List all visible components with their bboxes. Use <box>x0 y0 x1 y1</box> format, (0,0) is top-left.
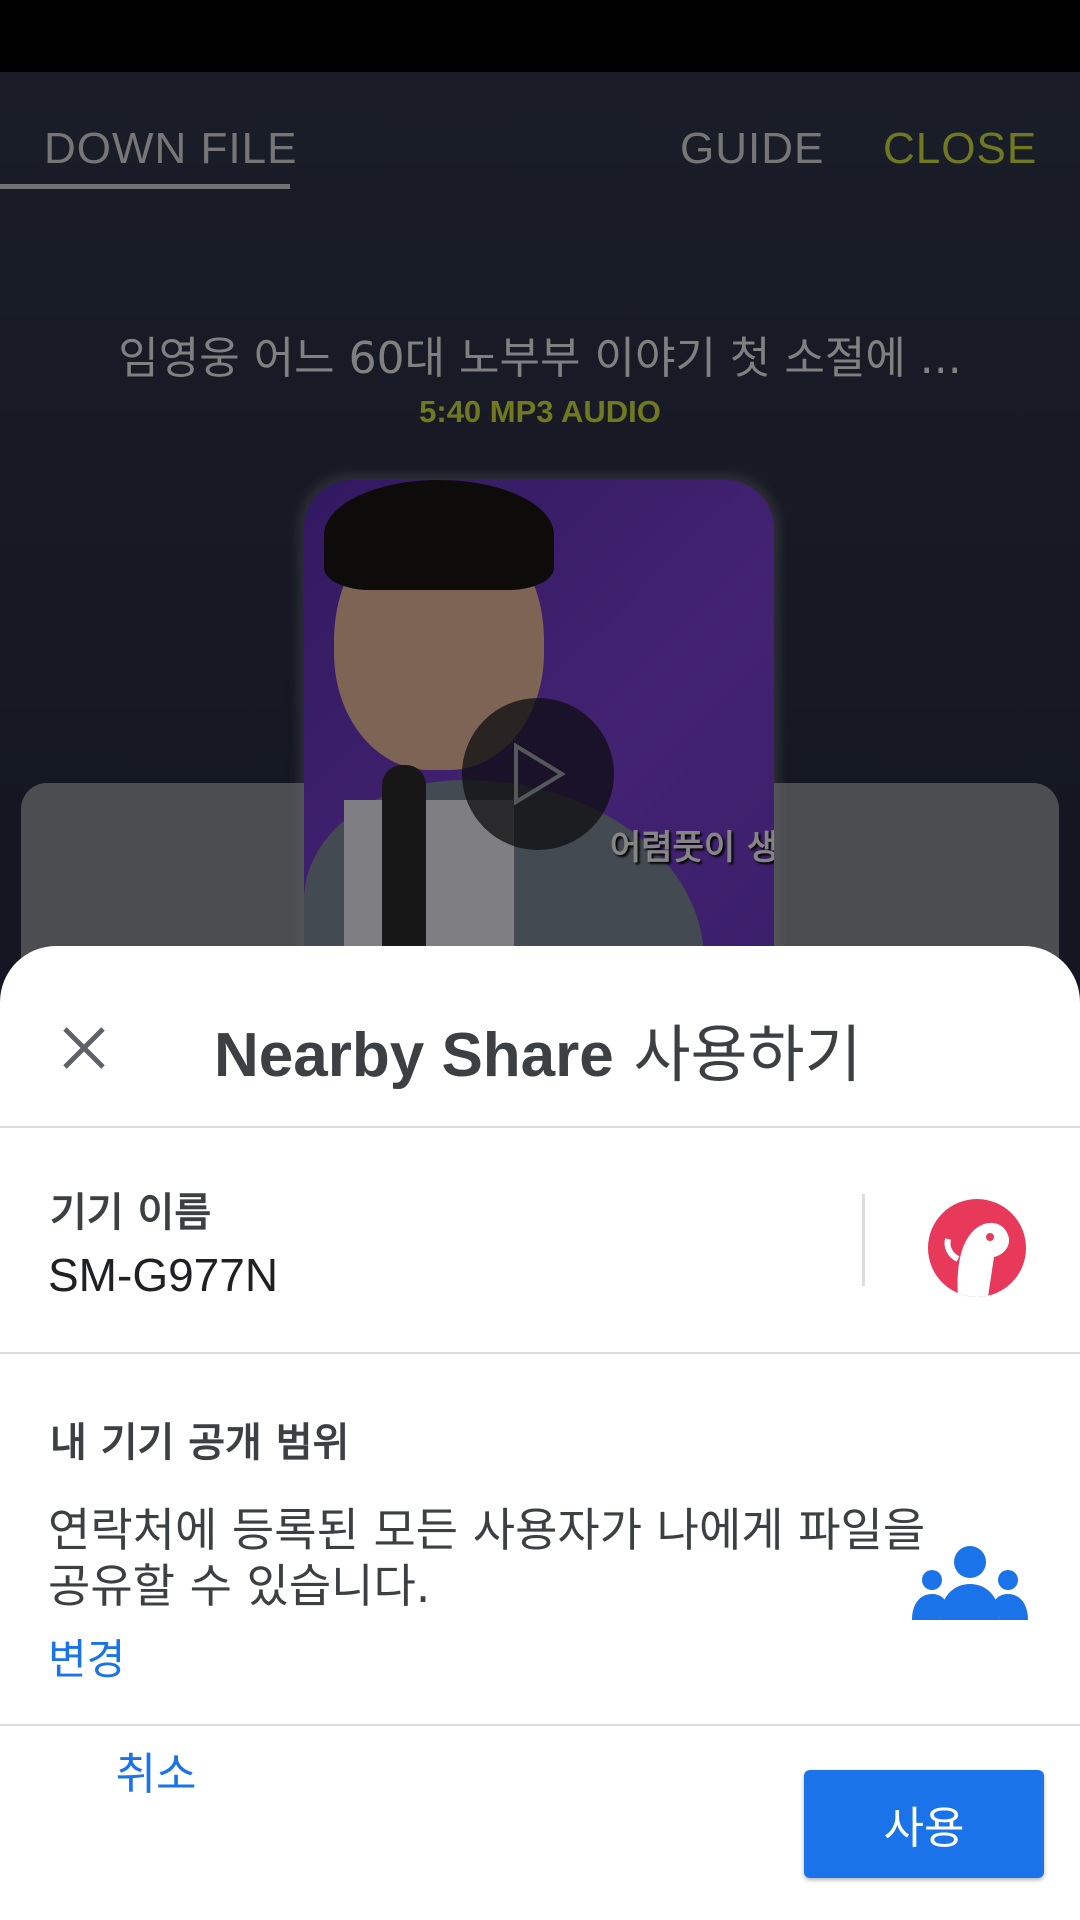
cancel-button[interactable]: 취소 <box>86 1732 226 1808</box>
device-name-value: SM-G977N <box>48 1249 279 1301</box>
use-button[interactable]: 사용 <box>804 1770 1044 1878</box>
divider <box>0 1352 1080 1354</box>
sheet-title: Nearby Share 사용하기 <box>214 1004 862 1094</box>
nearby-share-sheet: Nearby Share 사용하기 기기 이름 SM-G977N 내 기기 공개… <box>0 946 1080 1920</box>
divider <box>0 1126 1080 1128</box>
divider <box>0 1724 1080 1726</box>
device-avatar[interactable] <box>928 1199 1026 1297</box>
sheet-title-brand: Nearby Share <box>214 1021 614 1090</box>
vertical-divider <box>862 1194 865 1286</box>
contacts-icon <box>912 1546 1028 1620</box>
close-button[interactable] <box>54 1018 114 1078</box>
visibility-label: 내 기기 공개 범위 <box>50 1420 350 1466</box>
close-icon <box>63 1027 105 1069</box>
visibility-description: 연락처에 등록된 모든 사용자가 나에게 파일을 공유할 수 있습니다. <box>48 1503 926 1613</box>
change-visibility-link[interactable]: 변경 <box>48 1626 125 1687</box>
avatar-icon <box>944 1222 1010 1297</box>
sheet-title-suffix: 사용하기 <box>613 1018 862 1091</box>
device-name-label: 기기 이름 <box>50 1190 212 1236</box>
